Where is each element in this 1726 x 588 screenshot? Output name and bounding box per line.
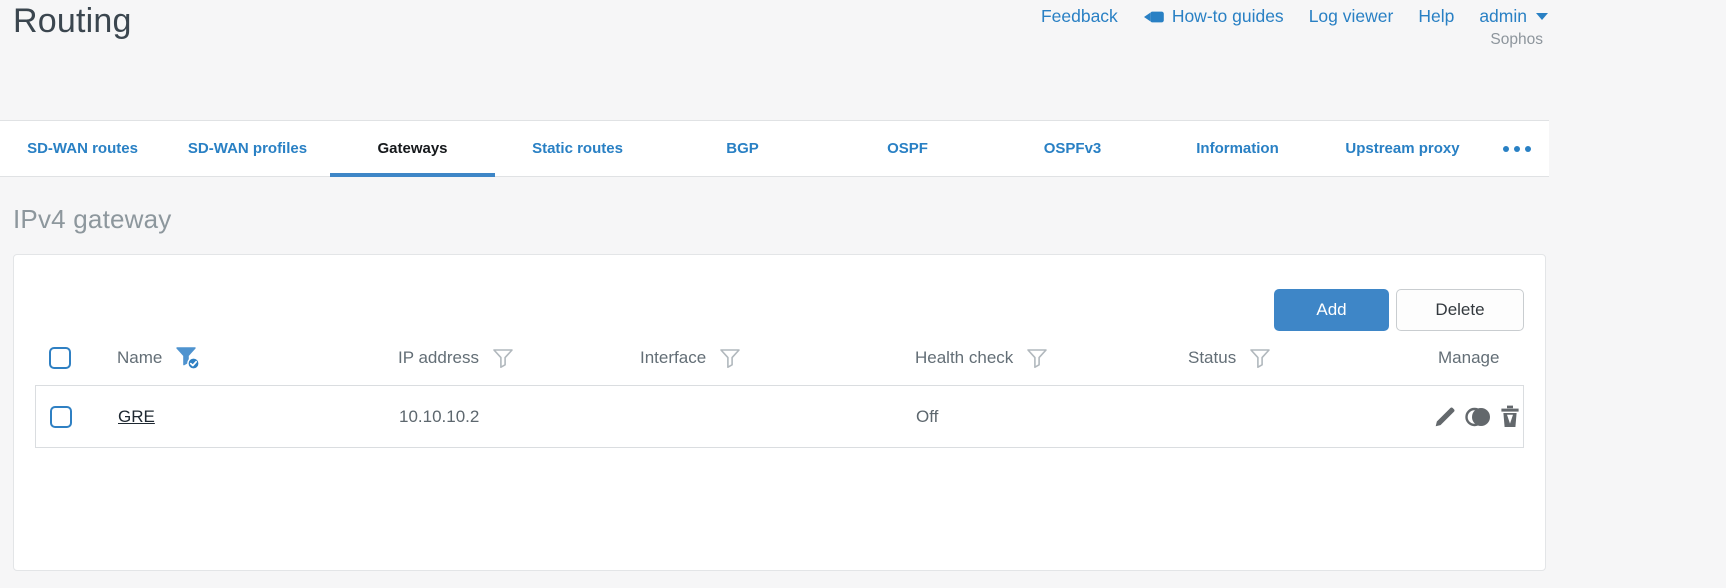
tab-sd-wan-profiles[interactable]: SD-WAN profiles	[165, 121, 330, 176]
filter-icon[interactable]	[1026, 348, 1048, 369]
delete-button[interactable]: Delete	[1396, 289, 1524, 331]
ellipsis-icon	[1502, 145, 1532, 153]
main-content: IPv4 gateway Add Delete Name IP address …	[0, 204, 1549, 571]
table-row: GRE 10.10.10.2 Off	[36, 386, 1523, 447]
tab-ospfv3[interactable]: OSPFv3	[990, 121, 1155, 176]
more-tabs-button[interactable]	[1485, 121, 1549, 176]
user-menu[interactable]: admin	[1479, 6, 1548, 27]
filter-active-icon[interactable]	[175, 346, 202, 371]
table-body: GRE 10.10.10.2 Off	[35, 385, 1524, 448]
column-header-interface: Interface	[640, 348, 707, 367]
gateway-name-link[interactable]: GRE	[118, 407, 155, 426]
howto-guides-link[interactable]: How-to guides	[1143, 6, 1284, 27]
row-checkbox[interactable]	[50, 405, 72, 428]
select-all-checkbox[interactable]	[49, 347, 71, 369]
app-frame: Routing Feedback How-to guides Log viewe…	[0, 0, 1549, 588]
column-header-ip-address: IP address	[398, 348, 479, 367]
column-header-health-check: Health check	[915, 348, 1014, 367]
tab-bar: SD-WAN routes SD-WAN profiles Gateways S…	[0, 120, 1549, 177]
gateway-card: Add Delete Name IP address Interface Hea…	[13, 254, 1546, 571]
clone-icon[interactable]	[1465, 405, 1491, 429]
add-button[interactable]: Add	[1274, 289, 1389, 331]
filter-icon[interactable]	[492, 348, 514, 369]
section-heading: IPv4 gateway	[13, 204, 172, 234]
column-header-status: Status	[1188, 348, 1237, 367]
brand-label: Sophos	[1490, 31, 1543, 48]
edit-icon[interactable]	[1433, 404, 1458, 429]
tab-gateways[interactable]: Gateways	[330, 121, 495, 177]
feedback-link[interactable]: Feedback	[1041, 6, 1118, 27]
table-header-row: Name IP address Interface Health check S…	[35, 331, 1524, 385]
top-nav: Feedback How-to guides Log viewer Help a…	[1041, 6, 1548, 27]
chevron-down-icon	[1536, 13, 1548, 20]
filter-icon[interactable]	[719, 348, 741, 369]
tab-information[interactable]: Information	[1155, 121, 1320, 176]
page-header: Routing Feedback How-to guides Log viewe…	[0, 0, 1549, 120]
health-check-cell: Off	[916, 406, 939, 426]
log-viewer-link[interactable]: Log viewer	[1309, 6, 1394, 27]
help-link[interactable]: Help	[1418, 6, 1454, 27]
filter-icon[interactable]	[1249, 348, 1271, 369]
table-toolbar: Add Delete	[35, 255, 1524, 331]
ip-address-cell: 10.10.10.2	[399, 406, 480, 426]
column-header-manage: Manage	[1438, 348, 1500, 367]
column-header-name: Name	[117, 348, 163, 367]
tab-bgp[interactable]: BGP	[660, 121, 825, 176]
tab-ospf[interactable]: OSPF	[825, 121, 990, 176]
tab-static-routes[interactable]: Static routes	[495, 121, 660, 176]
delete-trash-icon[interactable]	[1498, 404, 1522, 429]
tab-sd-wan-routes[interactable]: SD-WAN routes	[0, 121, 165, 176]
tab-upstream-proxy[interactable]: Upstream proxy	[1320, 121, 1485, 176]
video-camera-icon	[1143, 8, 1165, 26]
